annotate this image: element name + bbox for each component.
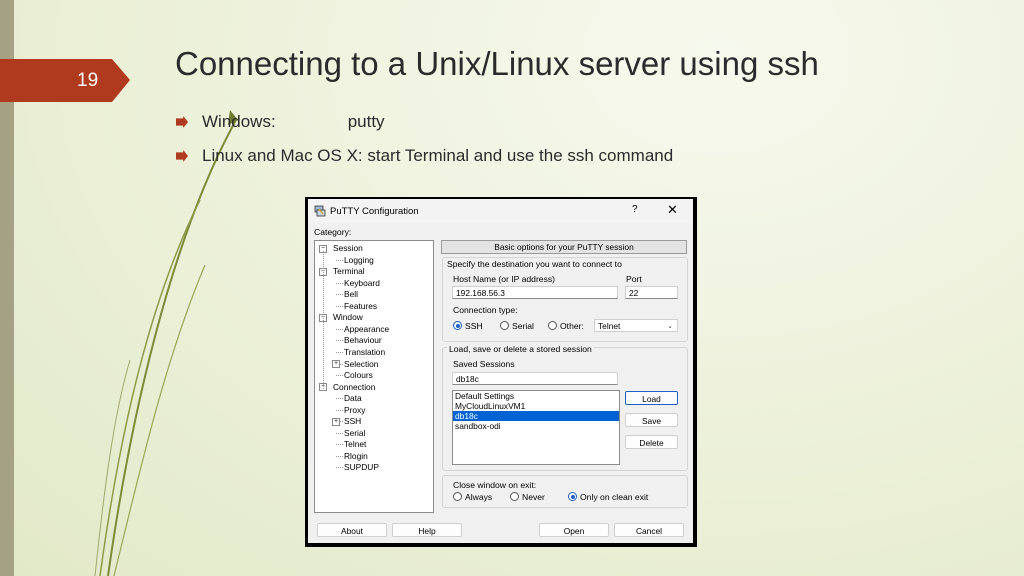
tree-connector	[323, 251, 324, 391]
radio-other[interactable]	[548, 321, 557, 330]
tree-item-colours[interactable]: Colours	[344, 370, 373, 380]
session-list-item[interactable]: db18c	[453, 411, 619, 421]
bullet-text: Linux and Mac OS X: start Terminal and u…	[202, 146, 674, 165]
tree-connector	[336, 282, 343, 284]
arrow-bullet-icon	[176, 150, 188, 162]
tree-connector	[336, 444, 343, 446]
tree-connector	[336, 259, 343, 261]
save-button[interactable]: Save	[625, 413, 678, 427]
delete-button[interactable]: Delete	[625, 435, 678, 449]
about-button[interactable]: About	[317, 523, 387, 537]
host-input[interactable]: 192.168.56.3	[452, 286, 618, 299]
session-list-item[interactable]: Default Settings	[453, 391, 619, 401]
expand-icon[interactable]: +	[332, 417, 340, 426]
tree-item-logging[interactable]: Logging	[344, 255, 374, 265]
category-label: Category:	[314, 227, 352, 237]
tree-item-data[interactable]: Data	[344, 393, 362, 403]
radio-clean-exit[interactable]	[568, 492, 577, 501]
tree-connector	[336, 398, 343, 400]
radio-ssh-label: SSH	[465, 321, 483, 331]
tree-item-telnet[interactable]: Telnet	[344, 439, 366, 449]
saved-sessions-label: Saved Sessions	[453, 359, 515, 369]
window-title: PuTTY Configuration	[330, 206, 419, 217]
bullet-label: Windows:	[202, 112, 276, 131]
open-button[interactable]: Open	[539, 523, 609, 537]
saved-sessions-input[interactable]: db18c	[452, 372, 618, 385]
radio-other-label: Other:	[560, 321, 584, 331]
protocol-select[interactable]: Telnet ⌄	[594, 319, 678, 332]
host-label: Host Name (or IP address)	[453, 274, 556, 284]
protocol-select-value: Telnet	[598, 321, 621, 331]
tree-connector	[336, 432, 343, 434]
putty-app-icon	[314, 205, 326, 217]
radio-never[interactable]	[510, 492, 519, 501]
tree-item-window[interactable]: Window	[333, 312, 363, 322]
sessions-group-label: Load, save or delete a stored session	[447, 344, 594, 354]
connection-type-label: Connection type:	[453, 305, 518, 315]
slide-title: Connecting to a Unix/Linux server using …	[175, 45, 819, 82]
close-exit-label: Close window on exit:	[453, 480, 537, 490]
destination-group-label: Specify the destination you want to conn…	[447, 259, 622, 269]
radio-serial-label: Serial	[512, 321, 534, 331]
tree-item-terminal[interactable]: Terminal	[333, 266, 365, 276]
port-label: Port	[626, 274, 642, 284]
tree-connector	[336, 467, 343, 469]
help-question-button[interactable]: ?	[632, 204, 638, 215]
tree-connector	[336, 455, 343, 457]
radio-always[interactable]	[453, 492, 462, 501]
help-button[interactable]: Help	[392, 523, 462, 537]
putty-window: PuTTY Configuration ? ✕ Category: − Sessi…	[308, 199, 693, 543]
bullet-windows: Windows: putty	[176, 112, 385, 132]
tree-item-bell[interactable]: Bell	[344, 289, 358, 299]
bullet-linux-mac: Linux and Mac OS X: start Terminal and u…	[176, 146, 673, 166]
tree-item-ssh[interactable]: SSH	[344, 416, 361, 426]
tree-item-keyboard[interactable]: Keyboard	[344, 278, 380, 288]
tree-item-selection[interactable]: Selection	[344, 359, 378, 369]
tree-connector	[336, 328, 343, 330]
chevron-down-icon: ⌄	[667, 323, 673, 330]
radio-clean-exit-label: Only on clean exit	[580, 492, 649, 502]
tree-connector	[336, 340, 343, 342]
port-input[interactable]: 22	[625, 286, 678, 299]
tree-item-connection[interactable]: Connection	[333, 382, 375, 392]
radio-never-label: Never	[522, 492, 545, 502]
tree-connector	[336, 305, 343, 307]
tree-item-proxy[interactable]: Proxy	[344, 405, 365, 415]
bullet-value: putty	[347, 112, 385, 131]
load-button[interactable]: Load	[625, 391, 678, 405]
radio-serial[interactable]	[500, 321, 509, 330]
tree-item-serial[interactable]: Serial	[344, 428, 365, 438]
slide-number-badge: 19	[0, 59, 130, 102]
radio-ssh[interactable]	[453, 321, 462, 330]
title-bar: PuTTY Configuration ? ✕	[308, 199, 693, 223]
close-icon[interactable]: ✕	[667, 202, 678, 218]
tree-connector	[336, 375, 343, 377]
slide-number: 19	[77, 70, 99, 91]
putty-screenshot-frame: PuTTY Configuration ? ✕ Category: − Sessi…	[305, 197, 697, 547]
tree-item-rlogin[interactable]: Rlogin	[344, 451, 368, 461]
tree-connector	[336, 409, 343, 411]
expand-icon[interactable]: +	[332, 360, 340, 368]
tree-connector	[336, 294, 343, 296]
tree-connector	[336, 351, 343, 353]
tree-item-session[interactable]: Session	[333, 243, 363, 253]
tree-item-appearance[interactable]: Appearance	[344, 324, 389, 334]
session-list-item[interactable]: MyCloudLinuxVM1	[453, 401, 619, 411]
tree-item-features[interactable]: Features	[344, 301, 377, 311]
cancel-button[interactable]: Cancel	[614, 523, 684, 537]
tree-item-behaviour[interactable]: Behaviour	[344, 335, 382, 345]
arrow-bullet-icon	[176, 116, 188, 128]
session-list-item[interactable]: sandbox-odi	[453, 421, 619, 431]
panel-header: Basic options for your PuTTY session	[441, 240, 687, 254]
saved-sessions-list[interactable]: Default Settings MyCloudLinuxVM1 db18c sand…	[452, 390, 620, 465]
tree-item-supdup[interactable]: SUPDUP	[344, 462, 379, 472]
radio-always-label: Always	[465, 492, 493, 502]
category-tree[interactable]: − Session Logging − Terminal Keyboard Bell Feat…	[314, 240, 434, 513]
tree-item-translation[interactable]: Translation	[344, 347, 385, 357]
